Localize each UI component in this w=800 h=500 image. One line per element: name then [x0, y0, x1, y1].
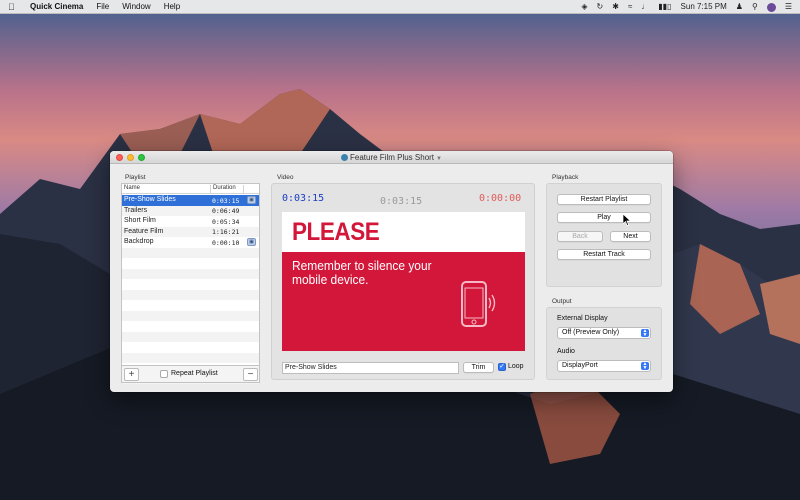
table-row-empty [122, 258, 259, 269]
add-track-button[interactable]: + [124, 368, 139, 381]
video-section-label: Video [277, 174, 294, 181]
repeat-playlist-label[interactable]: Repeat Playlist [171, 370, 218, 377]
table-row-empty [122, 310, 259, 321]
dropbox-icon[interactable]: ◈ [581, 0, 587, 14]
table-row-empty [122, 247, 259, 258]
audio-popup[interactable]: DisplayPort ▲ ▼ [557, 360, 651, 372]
audio-label: Audio [557, 348, 575, 355]
spotlight-search-icon[interactable]: ⚲ [752, 0, 758, 14]
app-window: Feature Film Plus Short ▼ Playlist Name D… [110, 151, 673, 392]
loop-label[interactable]: Loop [508, 363, 524, 370]
repeat-playlist-checkbox[interactable] [160, 370, 168, 378]
track-name: Trailers [124, 206, 148, 214]
remaining-timecode: 0:00:00 [479, 193, 522, 204]
table-row-empty [122, 279, 259, 290]
output-group: External Display Off (Preview Only) ▲ ▼ A… [546, 307, 662, 380]
loop-badge-icon: ▣ [247, 196, 256, 204]
table-row[interactable]: Short Film 0:05:34 [122, 216, 259, 227]
column-divider [210, 185, 211, 193]
audio-value: DisplayPort [562, 362, 598, 369]
playback-group: Restart Playlist Play Back Next Restart … [546, 183, 662, 287]
table-row[interactable]: Feature Film 1:16:21 [122, 226, 259, 237]
table-row-empty [122, 289, 259, 300]
track-duration: 0:03:15 [212, 196, 240, 205]
slide-message: Remember to silence your mobile device. [292, 258, 432, 287]
table-row-empty [122, 331, 259, 342]
playlist-table[interactable]: Name Duration Pre-Show Slides 0:03:15 ▣ Tra… [121, 183, 260, 384]
window-title[interactable]: Feature Film Plus Short ▼ [110, 151, 673, 164]
table-row-empty [122, 300, 259, 311]
user-icon[interactable]: ♟ [736, 0, 743, 14]
bluetooth-icon[interactable]: ✱ [612, 0, 619, 14]
siri-icon[interactable] [766, 2, 776, 12]
playlist-section-label: Playlist [125, 174, 146, 181]
video-preview[interactable]: PLEASE Remember to silence your mobile d… [282, 212, 525, 351]
elapsed-timecode: 0:03:15 [282, 193, 325, 204]
remove-track-button[interactable]: − [243, 368, 258, 381]
restart-track-button[interactable]: Restart Track [557, 249, 651, 260]
notification-center-icon[interactable]: ☰ [785, 0, 792, 14]
loop-checkbox[interactable]: ✓ [498, 363, 506, 371]
playback-section-label: Playback [552, 174, 579, 181]
next-button[interactable]: Next [610, 231, 651, 242]
track-duration: 0:00:10 [212, 238, 240, 247]
external-display-popup[interactable]: Off (Preview Only) ▲ ▼ [557, 327, 651, 339]
mouse-cursor-icon [623, 214, 631, 226]
track-name: Backdrop [124, 238, 154, 245]
mobile-phone-icon [461, 281, 496, 327]
volume-icon[interactable]: ♩ [641, 0, 649, 14]
external-display-value: Off (Preview Only) [562, 329, 620, 336]
track-duration: 0:06:49 [212, 207, 240, 215]
track-duration: 0:05:34 [212, 217, 240, 226]
menu-bar:  Quick Cinema File Window Help ◈ ↻ ✱ ≈ … [0, 0, 800, 14]
track-name-field[interactable]: Pre-Show Slides [282, 362, 459, 374]
menu-help[interactable]: Help [164, 2, 180, 11]
back-button[interactable]: Back [557, 231, 603, 242]
track-name: Pre-Show Slides [124, 196, 176, 203]
track-duration: 1:16:21 [212, 228, 240, 236]
menu-app-name[interactable]: Quick Cinema [30, 2, 83, 11]
track-name: Feature Film [124, 227, 164, 235]
popup-arrows-icon: ▲ ▼ [641, 361, 649, 371]
trim-button[interactable]: Trim [463, 362, 494, 373]
playlist-footer: + Repeat Playlist − [121, 365, 260, 383]
playlist-table-header: Name Duration [122, 184, 259, 194]
restart-playlist-button[interactable]: Restart Playlist [557, 194, 651, 205]
column-divider [243, 185, 244, 193]
table-row[interactable]: Trailers 0:06:49 [122, 205, 259, 216]
loop-badge-icon: ▣ [247, 238, 256, 246]
document-icon [341, 154, 348, 161]
table-row[interactable]: Pre-Show Slides 0:03:15 ▣ [122, 195, 259, 206]
window-title-text: Feature Film Plus Short [350, 153, 435, 162]
play-button[interactable]: Play [557, 212, 651, 223]
sync-icon[interactable]: ↻ [597, 0, 604, 14]
battery-icon[interactable]: ▮▮▯ [658, 0, 671, 14]
column-header-duration[interactable]: Duration [213, 185, 236, 191]
clock[interactable]: Sun 7:15 PM [681, 0, 727, 14]
table-row-empty [122, 321, 259, 332]
popup-arrows-icon: ▲ ▼ [641, 328, 649, 338]
external-display-label: External Display [557, 315, 608, 322]
apple-menu-icon[interactable]:  [8, 2, 20, 12]
track-name: Short Film [124, 217, 156, 224]
menu-file[interactable]: File [96, 2, 109, 11]
chevron-down-icon[interactable]: ▼ [436, 156, 442, 162]
wifi-icon[interactable]: ≈ [628, 0, 632, 14]
title-bar[interactable]: Feature Film Plus Short ▼ [110, 151, 673, 164]
menu-extras: ◈ ↻ ✱ ≈ ♩ ▮▮▯ Sun 7:15 PM ♟ ⚲ ☰ [581, 0, 792, 14]
table-row-empty [122, 342, 259, 353]
table-row-empty [122, 268, 259, 279]
column-header-name[interactable]: Name [124, 185, 140, 191]
table-row-empty [122, 352, 259, 363]
table-row[interactable]: Backdrop 0:00:10 ▣ [122, 237, 259, 248]
menu-window[interactable]: Window [122, 2, 150, 11]
slide-headline: PLEASE [292, 218, 380, 246]
video-panel: 0:03:15 0:03:15 0:00:00 PLEASE Remember … [271, 183, 535, 380]
output-section-label: Output [552, 298, 572, 305]
total-timecode: 0:03:15 [380, 196, 423, 207]
